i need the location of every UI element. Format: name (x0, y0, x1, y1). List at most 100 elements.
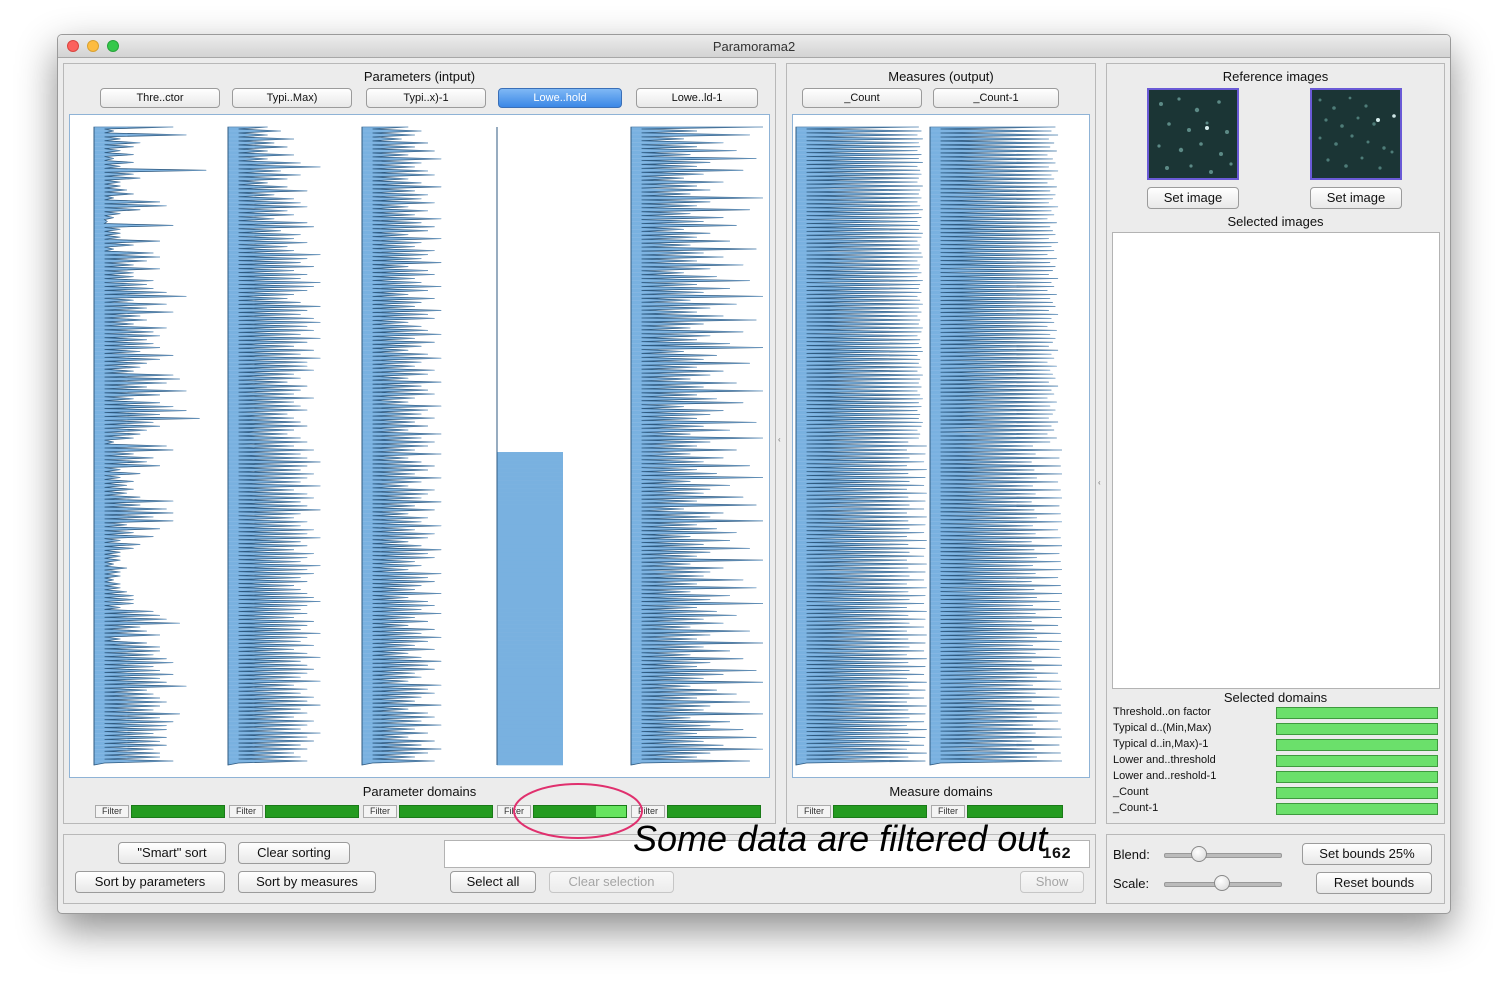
selected-domain-bar-4[interactable] (1276, 771, 1438, 783)
data-row-param-3-95 (497, 508, 563, 513)
data-row-param-3-149 (497, 724, 563, 730)
split-handle-left[interactable]: ‹ (778, 435, 782, 444)
set-image-button-1[interactable]: Set image (1147, 187, 1239, 209)
split-handle-right[interactable]: ‹ (1098, 478, 1102, 487)
data-row-param-3-127 (497, 636, 563, 641)
data-row-param-3-143 (497, 700, 563, 706)
data-row-param-3-138 (497, 680, 563, 686)
data-row-param-3-91 (497, 492, 563, 497)
reset-bounds-button[interactable]: Reset bounds (1316, 872, 1432, 894)
data-row-param-3-107 (497, 556, 563, 561)
measures-heading: Measures (output) (888, 69, 994, 84)
data-row-param-3-114 (497, 584, 563, 589)
window-title: Paramorama2 (712, 39, 796, 54)
selected-domain-bar-5[interactable] (1276, 787, 1438, 799)
smart-sort-button[interactable]: "Smart" sort (118, 842, 226, 864)
measures-bars-chart[interactable] (793, 115, 1089, 777)
measures-plot-area[interactable] (792, 114, 1090, 778)
data-row-param-3-104 (497, 544, 563, 549)
reference-image-1[interactable] (1147, 88, 1239, 180)
data-row-param-3-116 (497, 592, 563, 597)
selected-images-heading: Selected images (1227, 214, 1324, 229)
select-all-button[interactable]: Select all (450, 871, 536, 893)
set-image-button-2[interactable]: Set image (1310, 187, 1402, 209)
parameters-bars-chart[interactable] (70, 115, 769, 777)
data-row-param-3-144 (497, 704, 563, 710)
column-header-button-3[interactable]: Lowe..hold (498, 88, 622, 108)
column-header-button-2[interactable]: Typi..x)-1 (366, 88, 486, 108)
data-row-param-3-108 (497, 560, 563, 565)
domain-bar-1[interactable] (265, 805, 359, 818)
filter-button-0[interactable]: Filter (95, 805, 129, 818)
measure-filter-button-0[interactable]: Filter (797, 805, 831, 818)
reference-image-2[interactable] (1310, 88, 1402, 180)
measure-header-button-1[interactable]: _Count-1 (933, 88, 1059, 108)
data-row-param-3-150 (497, 728, 563, 734)
sort-by-parameters-button[interactable]: Sort by parameters (75, 871, 225, 893)
selected-domain-label-1: Typical d..(Min,Max) (1113, 722, 1212, 734)
selected-domains-heading: Selected domains (1223, 690, 1328, 705)
data-row-param-3-94 (497, 504, 563, 509)
data-row-param-3-157 (497, 756, 563, 762)
data-row-param-3-85 (497, 468, 563, 473)
filter-button-1[interactable]: Filter (229, 805, 263, 818)
filter-button-2[interactable]: Filter (363, 805, 397, 818)
selected-domain-bar-0[interactable] (1276, 707, 1438, 719)
data-row-param-3-152 (497, 736, 563, 742)
data-row-param-3-155 (497, 748, 563, 754)
selected-images-list[interactable] (1112, 232, 1440, 689)
domain-bar-2[interactable] (399, 805, 493, 818)
domain-bar-0[interactable] (131, 805, 225, 818)
column-header-button-0[interactable]: Thre..ctor (100, 88, 220, 108)
title-bar: Paramorama2 (58, 35, 1450, 58)
parameters-panel: Parameters (intput) Thre..ctor Typi..Max… (63, 63, 776, 824)
selected-domain-bar-6[interactable] (1276, 803, 1438, 815)
data-row-param-3-111 (497, 572, 563, 577)
data-row-param-3-82 (497, 456, 563, 461)
parameter-domains-heading: Parameter domains (362, 784, 477, 799)
show-button[interactable]: Show (1020, 871, 1084, 893)
measure-domain-bar-1[interactable] (967, 805, 1063, 818)
measure-domain-bar-0[interactable] (833, 805, 927, 818)
data-row-param-3-100 (497, 528, 563, 533)
set-bounds-button[interactable]: Set bounds 25% (1302, 843, 1432, 865)
data-row-param-3-132 (497, 656, 563, 661)
parameters-plot-area[interactable] (69, 114, 770, 778)
reference-panel: Reference images Set image Set image Sel… (1106, 63, 1445, 824)
selected-domain-bar-1[interactable] (1276, 723, 1438, 735)
data-row-param-3-113 (497, 580, 563, 585)
data-row-param-3-126 (497, 632, 563, 637)
data-row-param-3-136 (497, 672, 563, 678)
clear-selection-button[interactable]: Clear selection (549, 871, 674, 893)
cell-image-icon (1157, 97, 1233, 174)
data-row-param-3-151 (497, 732, 563, 738)
data-row-param-3-154 (497, 744, 563, 750)
data-row-param-3-87 (497, 476, 563, 481)
selected-domain-bar-2[interactable] (1276, 739, 1438, 751)
scale-slider-thumb[interactable] (1214, 875, 1230, 891)
data-row-param-3-135 (497, 668, 563, 674)
sort-by-measures-button[interactable]: Sort by measures (238, 871, 376, 893)
data-row-param-3-112 (497, 576, 563, 581)
data-row-param-3-99 (497, 524, 563, 529)
selected-domain-bar-3[interactable] (1276, 755, 1438, 767)
data-row-param-3-142 (497, 696, 563, 702)
clear-sorting-button[interactable]: Clear sorting (238, 842, 350, 864)
column-header-button-4[interactable]: Lowe..ld-1 (636, 88, 758, 108)
blend-slider-track[interactable] (1164, 853, 1282, 858)
data-row-param-3-115 (497, 588, 563, 593)
data-row-param-3-139 (497, 684, 563, 690)
measure-filter-button-1[interactable]: Filter (931, 805, 965, 818)
column-header-button-1[interactable]: Typi..Max) (232, 88, 352, 108)
measure-header-button-0[interactable]: _Count (802, 88, 922, 108)
measure-domains-heading: Measure domains (889, 784, 993, 799)
data-row-param-3-118 (497, 600, 563, 605)
data-row-param-3-84 (497, 464, 563, 469)
data-row-param-3-88 (497, 480, 563, 485)
data-row-param-3-105 (497, 548, 563, 553)
data-row-param-3-102 (497, 536, 563, 541)
reference-images-heading: Reference images (1222, 69, 1329, 84)
data-row-param-3-130 (497, 648, 563, 653)
blend-slider-thumb[interactable] (1190, 846, 1207, 862)
domain-bar-4[interactable] (667, 805, 761, 818)
